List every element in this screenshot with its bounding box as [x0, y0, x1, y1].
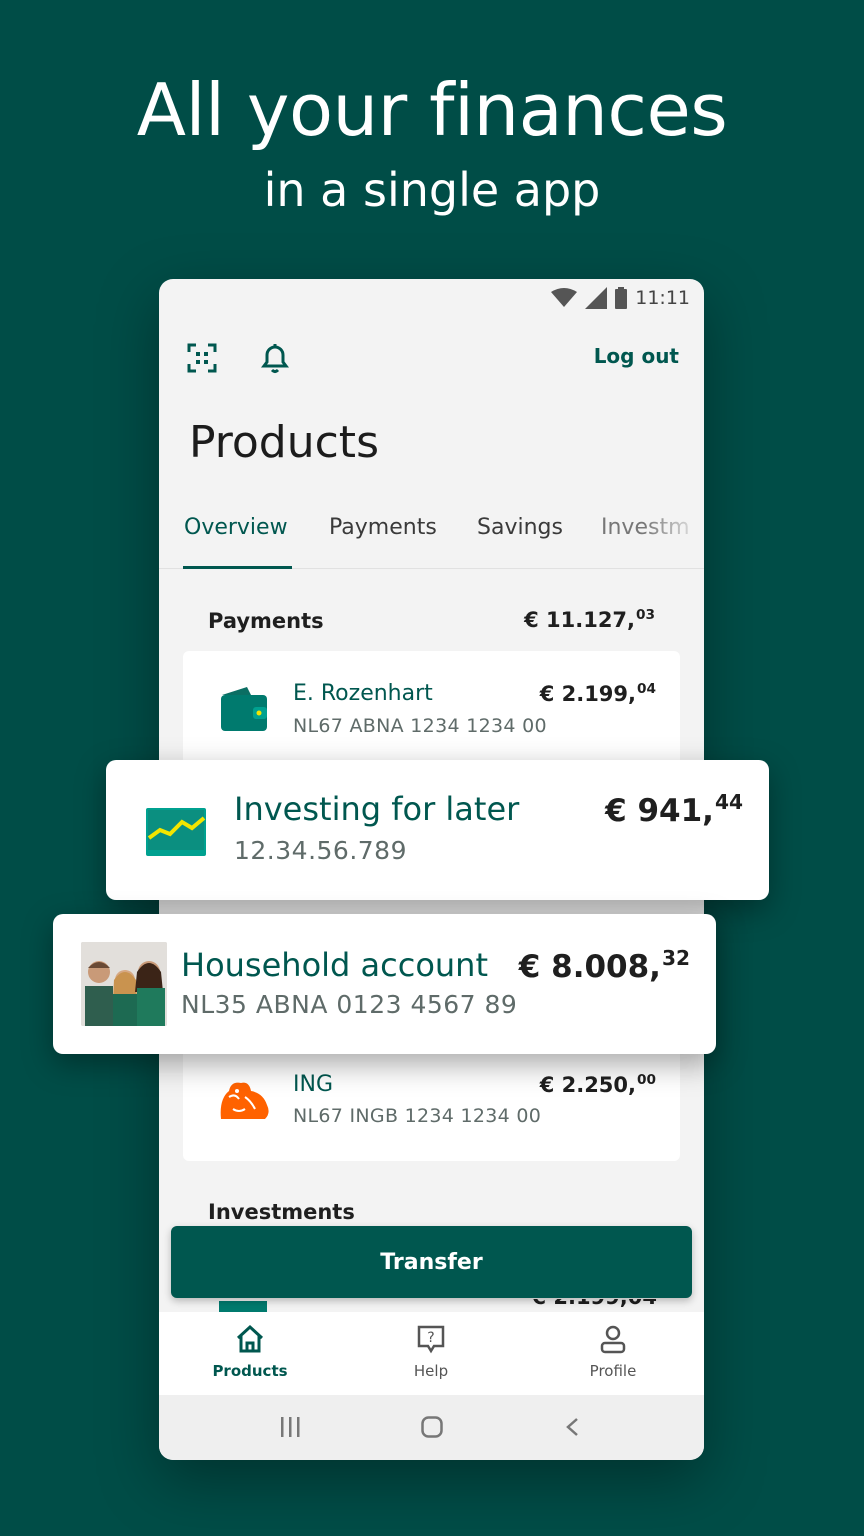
wifi-icon [551, 288, 578, 307]
account-iban: NL67 ABNA 1234 1234 00 [293, 715, 547, 737]
battery-icon [615, 287, 628, 309]
account-name: ING [293, 1072, 333, 1097]
household-card[interactable]: Household account NL35 ABNA 0123 4567 89… [53, 914, 716, 1054]
investing-card-number: 12.34.56.789 [234, 836, 407, 865]
household-card-amount: € 8.008,32 [518, 946, 690, 986]
qr-scan-icon[interactable] [185, 341, 219, 375]
ing-lion-logo [220, 1082, 269, 1119]
recents-icon[interactable] [279, 1417, 301, 1437]
list-item[interactable]: E. Rozenhart NL67 ABNA 1234 1234 00 € 2.… [183, 651, 680, 766]
promo-headline: All your finances [136, 68, 728, 152]
home-button-icon[interactable] [421, 1416, 443, 1438]
tab-overview[interactable]: Overview [184, 515, 288, 540]
account-name: E. Rozenhart [293, 681, 433, 706]
bell-icon[interactable] [258, 341, 292, 375]
nav-profile[interactable]: Profile [553, 1324, 673, 1380]
investing-card-amount: € 941,44 [605, 790, 743, 830]
payments-section-total: € 11.127,03 [524, 607, 655, 633]
investments-section-label: Investments [208, 1200, 355, 1224]
tab-bar: Overview Payments Savings Investm [159, 515, 704, 569]
page-title: Products [189, 417, 379, 468]
account-amount: € 2.250,00 [539, 1072, 656, 1098]
tab-fade [644, 515, 704, 565]
nav-label: Help [413, 1362, 449, 1380]
account-iban: NL67 INGB 1234 1234 00 [293, 1105, 542, 1127]
payments-section-label: Payments [208, 609, 324, 633]
nav-products[interactable]: Products [190, 1324, 310, 1380]
tab-savings[interactable]: Savings [477, 515, 563, 540]
status-bar: 11:11 [551, 285, 690, 311]
profile-icon [600, 1325, 626, 1354]
signal-icon [585, 287, 608, 309]
investing-card-name: Investing for later [234, 790, 520, 828]
account-amount: € 2.199,04 [539, 681, 656, 707]
nav-label: Products [212, 1362, 288, 1380]
help-icon: ? [417, 1325, 445, 1354]
investment-chart-icon [146, 808, 206, 856]
household-card-iban: NL35 ABNA 0123 4567 89 [181, 990, 518, 1019]
active-tab-indicator [183, 566, 292, 569]
promo-subheadline: in a single app [263, 163, 601, 217]
nav-help[interactable]: ? Help [371, 1324, 491, 1380]
family-photo [81, 942, 167, 1026]
back-icon[interactable] [565, 1417, 579, 1437]
wallet-icon [221, 687, 267, 731]
logout-link[interactable]: Log out [594, 344, 679, 368]
investing-card[interactable]: Investing for later 12.34.56.789 € 941,4… [106, 760, 769, 900]
system-nav-bar [159, 1395, 704, 1460]
nav-label: Profile [589, 1362, 637, 1380]
home-icon [236, 1324, 264, 1353]
household-card-name: Household account [181, 946, 488, 984]
status-time: 11:11 [635, 287, 690, 309]
bottom-nav: Products ? Help Profile [159, 1312, 704, 1395]
tab-payments[interactable]: Payments [329, 515, 437, 540]
svg-text:?: ? [427, 1330, 434, 1346]
transfer-button[interactable]: Transfer [171, 1226, 692, 1298]
